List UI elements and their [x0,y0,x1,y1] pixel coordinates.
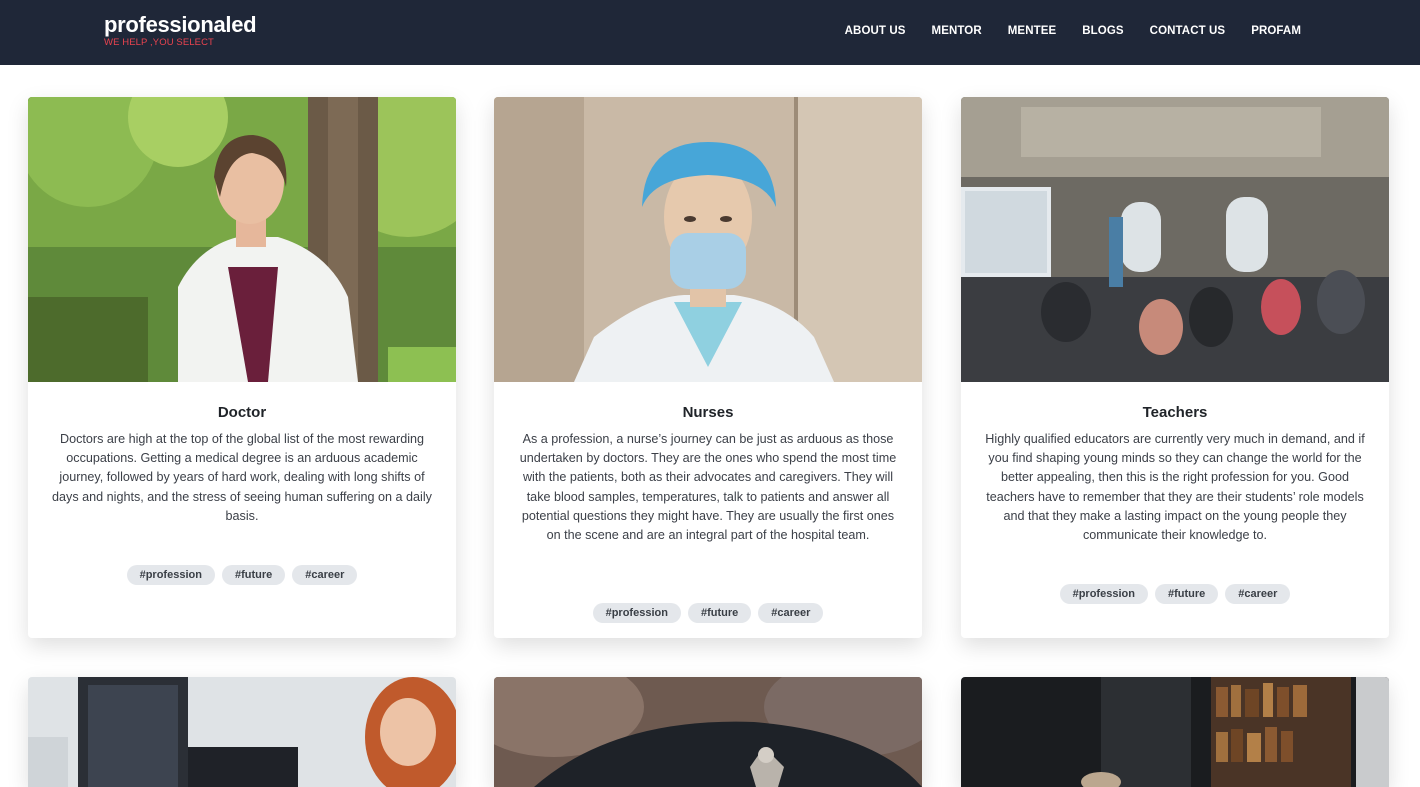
classroom-image [961,97,1389,382]
tag-profession[interactable]: #profession [126,565,215,585]
tag-career[interactable]: #career [1225,584,1291,604]
brand-tagline: WE HELP ,YOU SELECT [104,37,214,48]
nav-contact-us[interactable]: CONTACT US [1150,25,1226,37]
tag-future[interactable]: #future [221,565,286,585]
card-text: Doctors are high at the top of the globa… [52,432,432,523]
nurse-body: Nurses As a profession, a nurse’s journe… [494,382,922,545]
card-nurses[interactable]: Nurses As a profession, a nurse’s journe… [494,97,922,638]
tag-profession[interactable]: #profession [1059,584,1148,604]
main-menu: ABOUT US MENTOR MENTEE BLOGS CONTACT US … [845,25,1301,37]
card-text: As a profession, a nurse’s journey can b… [519,432,897,543]
card-title: Doctor [217,404,267,421]
brand-logo[interactable]: professionaled WE HELP ,YOU SELECT [104,12,257,48]
card-row2-2[interactable] [494,677,922,787]
tag-future[interactable]: #future [1154,584,1219,604]
doctor-body: Doctor Doctors are high at the top of th… [28,382,456,526]
nav-mentee[interactable]: MENTEE [1008,25,1057,37]
tag-future[interactable]: #future [687,603,752,623]
police-cap-image [494,677,922,787]
top-navbar: professionaled WE HELP ,YOU SELECT ABOUT… [0,0,1420,65]
tag-list: #profession #future #career [494,603,922,623]
brand-name: professionaled [104,12,257,37]
card-teachers[interactable]: Teachers Highly qualified educators are … [961,97,1389,638]
card-title: Nurses [682,404,734,421]
office-image [28,677,456,787]
tag-profession[interactable]: #profession [592,603,681,623]
tag-list: #profession #future #career [28,565,456,585]
nurse-image [494,97,922,382]
tag-career[interactable]: #career [292,565,358,585]
tag-career[interactable]: #career [758,603,824,623]
nav-profam[interactable]: PROFAM [1251,25,1301,37]
card-title: Teachers [1142,404,1208,421]
card-row2-1[interactable] [28,677,456,787]
card-row2-3[interactable] [961,677,1389,787]
doctor-image [28,97,456,382]
teachers-body: Teachers Highly qualified educators are … [961,382,1389,545]
card-text: Highly qualified educators are currently… [985,432,1365,543]
library-image [961,677,1389,787]
nav-about-us[interactable]: ABOUT US [845,25,906,37]
nav-blogs[interactable]: BLOGS [1082,25,1123,37]
tag-list: #profession #future #career [961,584,1389,604]
nav-mentor[interactable]: MENTOR [932,25,982,37]
card-doctor[interactable]: Doctor Doctors are high at the top of th… [28,97,456,638]
